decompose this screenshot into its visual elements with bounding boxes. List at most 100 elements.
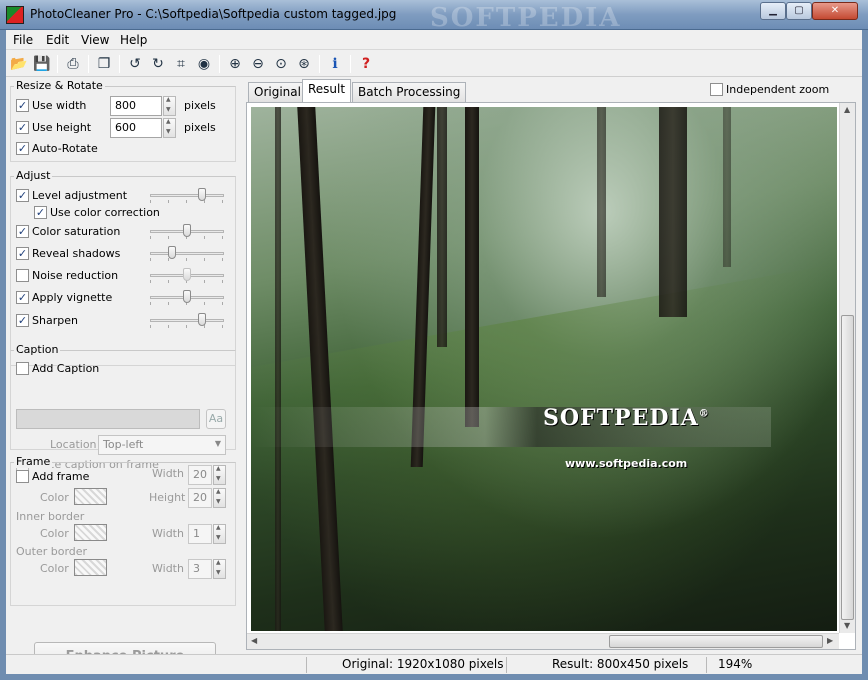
title-watermark: SOFTPEDIA: [430, 3, 622, 33]
menu-view[interactable]: View: [81, 33, 109, 47]
scroll-right-icon[interactable]: ▶: [827, 636, 833, 645]
help-icon[interactable]: ?: [355, 53, 377, 75]
height-unit-label: pixels: [184, 121, 216, 134]
close-button[interactable]: ✕: [812, 2, 858, 20]
color-saturation-slider[interactable]: [150, 224, 224, 239]
horizontal-scrollbar[interactable]: ◀ ▶: [247, 633, 839, 649]
window-title: PhotoCleaner Pro - C:\Softpedia\Softpedi…: [30, 7, 397, 21]
outer-border-width-spinner[interactable]: [213, 559, 226, 579]
outer-border-width-label: Width: [152, 562, 184, 575]
photo-tree-trunk: [723, 107, 731, 267]
frame-height-input[interactable]: 20: [188, 488, 212, 508]
frame-height-label: Height: [149, 491, 186, 504]
open-icon[interactable]: 📂: [8, 53, 30, 75]
outer-border-color-label: Color: [40, 562, 69, 575]
scroll-up-icon[interactable]: ▲: [844, 105, 850, 114]
reveal-shadows-slider[interactable]: [150, 246, 224, 261]
inner-border-color-swatch[interactable]: [74, 524, 107, 541]
rotate-left-icon[interactable]: ↺: [124, 53, 146, 75]
noise-reduction-label: Noise reduction: [32, 269, 119, 282]
apply-vignette-slider[interactable]: [150, 290, 224, 305]
info-icon[interactable]: i: [324, 53, 346, 75]
noise-reduction-slider[interactable]: [150, 268, 224, 283]
location-label: Location: [50, 438, 97, 451]
noise-reduction-checkbox[interactable]: [16, 269, 29, 282]
outer-border-color-swatch[interactable]: [74, 559, 107, 576]
sharpen-slider[interactable]: [150, 313, 224, 328]
height-input[interactable]: 600: [110, 118, 162, 138]
frame-width-label: Width: [152, 467, 184, 480]
independent-zoom-checkbox[interactable]: [710, 83, 723, 96]
height-spinner[interactable]: [163, 118, 176, 138]
rotate-right-icon[interactable]: ↻: [147, 53, 169, 75]
status-separator: [306, 657, 307, 673]
maximize-button[interactable]: ▢: [786, 2, 812, 20]
sharpen-checkbox[interactable]: ✓: [16, 314, 29, 327]
inner-border-label: Inner border: [16, 510, 85, 523]
inner-border-width-input[interactable]: 1: [188, 524, 212, 544]
zoom-in-icon[interactable]: ⊕: [224, 53, 246, 75]
location-dropdown[interactable]: Top-left ▼: [98, 435, 226, 455]
use-width-checkbox[interactable]: ✓: [16, 99, 29, 112]
frame-height-spinner[interactable]: [213, 488, 226, 508]
vertical-scroll-thumb[interactable]: [841, 315, 854, 620]
width-spinner[interactable]: [163, 96, 176, 116]
toolbar: 📂 💾 ⎙ ❐ ↺ ↻ ⌗ ◉ ⊕ ⊖ ⊙ ⊛ i ?: [6, 51, 862, 77]
level-adjustment-checkbox[interactable]: ✓: [16, 189, 29, 202]
title-bar: PhotoCleaner Pro - C:\Softpedia\Softpedi…: [0, 0, 868, 33]
menu-help[interactable]: Help: [120, 33, 147, 47]
status-separator: [506, 657, 507, 673]
frame-width-spinner[interactable]: [213, 465, 226, 485]
tab-original[interactable]: Original: [248, 82, 307, 102]
inner-border-width-spinner[interactable]: [213, 524, 226, 544]
apply-vignette-label: Apply vignette: [32, 291, 113, 304]
crop-icon[interactable]: ⌗: [170, 53, 192, 75]
use-color-correction-label: Use color correction: [50, 206, 160, 219]
save-icon[interactable]: 💾: [31, 53, 53, 75]
frame-color-swatch[interactable]: [74, 488, 107, 505]
toolbar-separator: [350, 55, 351, 73]
reveal-shadows-checkbox[interactable]: ✓: [16, 247, 29, 260]
frame-color-label: Color: [40, 491, 69, 504]
outer-border-width-input[interactable]: 3: [188, 559, 212, 579]
status-result-size: Result: 800x450 pixels: [552, 657, 689, 671]
zoom-out-icon[interactable]: ⊖: [247, 53, 269, 75]
frame-width-input[interactable]: 20: [188, 465, 212, 485]
apply-vignette-checkbox[interactable]: ✓: [16, 291, 29, 304]
color-saturation-checkbox[interactable]: ✓: [16, 225, 29, 238]
horizontal-scroll-thumb[interactable]: [609, 635, 823, 648]
level-adjustment-label: Level adjustment: [32, 189, 128, 202]
zoom-actual-icon[interactable]: ⊛: [293, 53, 315, 75]
use-width-label: Use width: [32, 99, 87, 112]
red-eye-icon[interactable]: ◉: [193, 53, 215, 75]
add-caption-checkbox[interactable]: [16, 362, 29, 375]
add-frame-checkbox[interactable]: [16, 470, 29, 483]
minimize-button[interactable]: ▁: [760, 2, 786, 20]
menu-bar: File Edit View Help: [6, 30, 862, 50]
use-height-checkbox[interactable]: ✓: [16, 121, 29, 134]
vertical-scrollbar[interactable]: ▲ ▼: [839, 103, 855, 633]
status-bar: Original: 1920x1080 pixels Result: 800x4…: [6, 654, 862, 674]
level-adjustment-slider[interactable]: [150, 188, 224, 203]
result-photo: SOFTPEDIA® www.softpedia.com: [251, 107, 837, 631]
scroll-left-icon[interactable]: ◀: [251, 636, 257, 645]
photo-tree-trunk: [275, 107, 281, 631]
use-color-correction-checkbox[interactable]: ✓: [34, 206, 47, 219]
tab-result[interactable]: Result: [302, 79, 352, 102]
auto-rotate-checkbox[interactable]: ✓: [16, 142, 29, 155]
zoom-fit-icon[interactable]: ⊙: [270, 53, 292, 75]
print-icon[interactable]: ⎙: [62, 53, 84, 75]
scroll-down-icon[interactable]: ▼: [844, 621, 850, 630]
caption-font-button[interactable]: Aa: [206, 409, 226, 429]
chevron-down-icon: ▼: [214, 439, 221, 448]
app-client: File Edit View Help 📂 💾 ⎙ ❐ ↺ ↻ ⌗ ◉ ⊕ ⊖ …: [6, 30, 862, 674]
independent-zoom-label: Independent zoom: [726, 83, 830, 96]
copy-icon[interactable]: ❐: [93, 53, 115, 75]
width-input[interactable]: 800: [110, 96, 162, 116]
location-value: Top-left: [103, 438, 144, 451]
caption-text-input[interactable]: [16, 409, 200, 429]
tab-batch-processing[interactable]: Batch Processing: [352, 82, 467, 102]
menu-edit[interactable]: Edit: [46, 33, 69, 47]
softpedia-watermark-url: www.softpedia.com: [565, 457, 688, 470]
menu-file[interactable]: File: [13, 33, 33, 47]
